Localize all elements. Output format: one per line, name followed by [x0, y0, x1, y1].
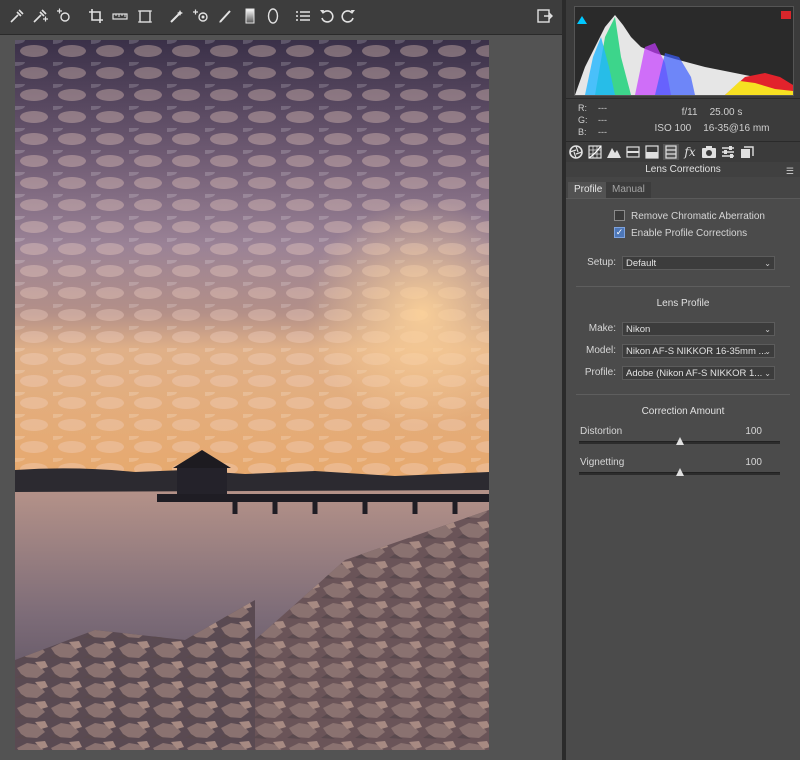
model-value: Nikon AF-S NIKKOR 16-35mm ... — [626, 346, 767, 357]
make-value: Nikon — [626, 324, 651, 335]
open-object-icon[interactable] — [536, 7, 554, 25]
vignetting-value[interactable]: 100 — [736, 457, 762, 468]
model-row: Model: Nikon AF-S NIKKOR 16-35mm ... ⌄ — [566, 343, 800, 359]
checkbox-unchecked-icon[interactable] — [614, 209, 625, 221]
adjustment-panel: R: --- G: --- B: --- f/11 25.00 s ISO 100 16-… — [566, 0, 800, 760]
readout-area: R: --- G: --- B: --- f/11 25.00 s ISO 100 16-… — [566, 98, 800, 141]
lens-subtabs: Profile Manual — [566, 180, 800, 199]
setup-select[interactable]: Default ⌄ — [622, 256, 775, 270]
rotate-right-icon[interactable] — [339, 7, 357, 25]
toolbar — [0, 0, 562, 35]
setup-label: Setup: — [587, 257, 616, 268]
section-divider — [576, 286, 790, 287]
section-divider — [576, 394, 790, 395]
g-value: --- — [598, 115, 607, 125]
vignetting-slider-thumb[interactable] — [675, 468, 684, 476]
camera-calibration-icon[interactable] — [701, 144, 717, 160]
profile-select[interactable]: Adobe (Nikon AF-S NIKKOR 1... ⌄ — [622, 366, 775, 380]
correction-amount-heading: Correction Amount — [641, 406, 725, 417]
lens-value: 16-35@16 mm — [703, 123, 770, 134]
enable-profile-corrections-checkbox[interactable]: ✓ Enable Profile Corrections — [614, 226, 794, 241]
color-sampler-icon[interactable] — [31, 7, 49, 25]
graduated-filter-icon[interactable] — [241, 7, 259, 25]
spot-removal-icon[interactable] — [168, 7, 186, 25]
tone-curve-grid-icon[interactable] — [587, 144, 603, 160]
transform-icon[interactable] — [136, 7, 154, 25]
b-value: --- — [598, 127, 607, 137]
image-preview-area — [0, 35, 562, 760]
highlight-clipping-warning-icon[interactable] — [781, 11, 791, 19]
chevron-down-icon: ⌄ — [764, 369, 771, 378]
hsl-icon[interactable] — [625, 144, 641, 160]
g-label: G: — [578, 115, 588, 125]
straighten-icon[interactable] — [111, 7, 129, 25]
targeted-adjustment-icon[interactable] — [55, 7, 73, 25]
preferences-list-icon[interactable] — [294, 7, 312, 25]
panel-title: Lens Corrections — [645, 164, 721, 175]
checkmark-icon[interactable]: ✓ — [614, 226, 625, 238]
crop-icon[interactable] — [87, 7, 105, 25]
histogram-graph — [574, 6, 794, 96]
panel-tab-bar: fx — [566, 141, 800, 163]
model-label: Model: — [585, 345, 616, 356]
shadow-clipping-warning-icon[interactable] — [577, 11, 587, 24]
lens-corrections-content: Remove Chromatic Aberration ✓ Enable Prof… — [566, 199, 800, 760]
remove-ca-label: Remove Chromatic Aberration — [631, 211, 765, 222]
panel-title-bar: Lens Corrections ☰ — [566, 162, 800, 177]
make-select[interactable]: Nikon ⌄ — [622, 322, 775, 336]
detail-mountain-icon[interactable] — [606, 144, 622, 160]
effects-fx-icon[interactable]: fx — [682, 144, 698, 160]
distortion-value[interactable]: 100 — [736, 426, 762, 437]
profile-label: Profile: — [584, 367, 616, 378]
make-row: Make: Nikon ⌄ — [566, 321, 800, 337]
split-toning-icon[interactable] — [644, 144, 660, 160]
adjustment-brush-icon[interactable] — [216, 7, 234, 25]
photo-preview[interactable] — [15, 40, 489, 750]
radial-filter-icon[interactable] — [264, 7, 282, 25]
white-balance-eyedropper-icon[interactable] — [8, 7, 26, 25]
shutter-value: 25.00 s — [709, 107, 743, 118]
b-label: B: — [578, 127, 587, 137]
make-label: Make: — [588, 323, 616, 334]
distortion-label: Distortion — [580, 426, 623, 437]
rotate-left-icon[interactable] — [318, 7, 336, 25]
red-eye-icon[interactable] — [192, 7, 210, 25]
remove-chromatic-aberration-checkbox[interactable]: Remove Chromatic Aberration — [614, 209, 794, 224]
histogram — [566, 0, 800, 98]
vignetting-slider[interactable] — [579, 468, 780, 476]
chevron-down-icon: ⌄ — [764, 347, 771, 356]
rgb-readout: R: --- G: --- B: --- — [578, 102, 618, 138]
enable-profile-label: Enable Profile Corrections — [631, 228, 748, 239]
distortion-slider[interactable] — [579, 437, 780, 445]
profile-value: Adobe (Nikon AF-S NIKKOR 1... — [626, 368, 763, 379]
r-value: --- — [598, 103, 607, 113]
basic-aperture-icon[interactable] — [568, 144, 584, 160]
snapshots-icon[interactable] — [739, 144, 755, 160]
chevron-down-icon: ⌄ — [764, 325, 771, 334]
chevron-down-icon: ⌄ — [764, 259, 771, 268]
distortion-slider-thumb[interactable] — [675, 437, 684, 445]
profile-row: Profile: Adobe (Nikon AF-S NIKKOR 1... ⌄ — [566, 365, 800, 381]
tab-manual[interactable]: Manual — [606, 182, 651, 198]
exif-info: f/11 25.00 s ISO 100 16-35@16 mm — [624, 105, 800, 137]
presets-sliders-icon[interactable] — [720, 144, 736, 160]
iso-value: ISO 100 — [654, 123, 692, 134]
setup-value: Default — [626, 258, 657, 269]
tab-profile[interactable]: Profile — [568, 182, 609, 198]
lens-profile-heading: Lens Profile — [656, 298, 710, 309]
r-label: R: — [578, 103, 587, 113]
aperture-value: f/11 — [681, 107, 698, 118]
setup-row: Setup: Default ⌄ — [566, 255, 800, 271]
lens-corrections-icon[interactable] — [663, 144, 679, 160]
vignetting-label: Vignetting — [580, 457, 625, 468]
panel-menu-icon[interactable]: ☰ — [786, 164, 794, 179]
model-select[interactable]: Nikon AF-S NIKKOR 16-35mm ... ⌄ — [622, 344, 775, 358]
